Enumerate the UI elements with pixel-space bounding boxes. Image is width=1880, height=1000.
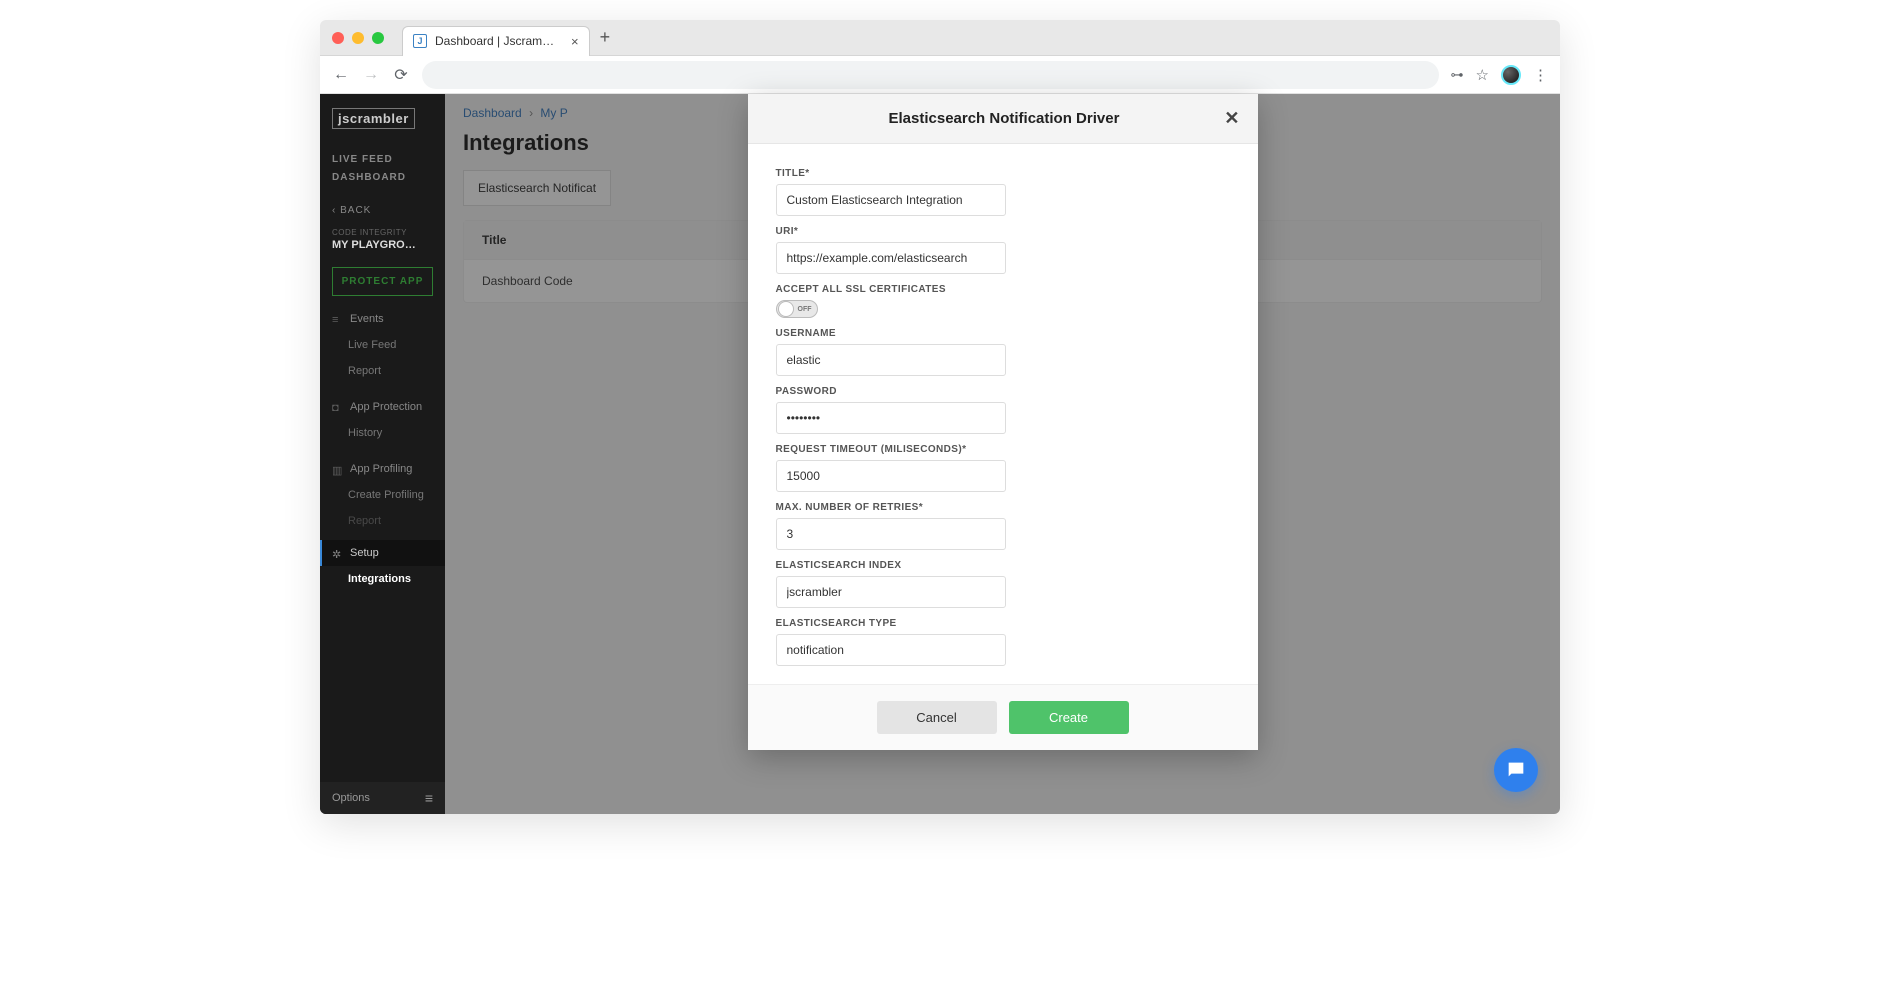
nav-app-protection[interactable]: ◘ App Protection bbox=[320, 394, 445, 420]
shield-icon: ◘ bbox=[332, 402, 342, 412]
new-tab-button[interactable]: + bbox=[600, 27, 611, 48]
label-ssl: ACCEPT ALL SSL CERTIFICATES bbox=[776, 284, 1230, 295]
browser-toolbar: ← → ⟳ ⊶ ☆ ⋮ bbox=[320, 56, 1560, 94]
window-close[interactable] bbox=[332, 32, 344, 44]
forward-button[interactable]: → bbox=[362, 66, 380, 84]
input-password[interactable] bbox=[776, 402, 1006, 434]
nav-app-profiling[interactable]: ▥ App Profiling bbox=[320, 456, 445, 482]
hamburger-icon[interactable]: ≡ bbox=[425, 790, 433, 806]
modal-title: Elasticsearch Notification Driver bbox=[784, 110, 1225, 127]
nav-events[interactable]: ≡ Events bbox=[320, 306, 445, 332]
tab-title: Dashboard | Jscrambler bbox=[435, 34, 555, 48]
reload-button[interactable]: ⟳ bbox=[392, 66, 410, 84]
elasticsearch-modal: Elasticsearch Notification Driver ✕ TITL… bbox=[748, 94, 1258, 750]
nav-create-profiling[interactable]: Create Profiling bbox=[320, 482, 445, 508]
browser-tab[interactable]: J Dashboard | Jscrambler × bbox=[402, 26, 590, 56]
nav-integrations[interactable]: Integrations bbox=[320, 566, 445, 592]
main-content: Dashboard › My P Integrations Elasticsea… bbox=[445, 94, 1560, 814]
app-root: jscrambler LIVE FEED DASHBOARD BACK CODE… bbox=[320, 94, 1560, 814]
key-icon[interactable]: ⊶ bbox=[1451, 67, 1464, 83]
input-timeout[interactable] bbox=[776, 460, 1006, 492]
protect-app-button[interactable]: PROTECT APP bbox=[332, 267, 433, 296]
input-type[interactable] bbox=[776, 634, 1006, 666]
sidebar: jscrambler LIVE FEED DASHBOARD BACK CODE… bbox=[320, 94, 445, 814]
profile-avatar[interactable] bbox=[1501, 65, 1521, 85]
browser-window: J Dashboard | Jscrambler × + ← → ⟳ ⊶ ☆ ⋮… bbox=[320, 20, 1560, 814]
window-maximize[interactable] bbox=[372, 32, 384, 44]
nav-profiling-report[interactable]: Report bbox=[320, 508, 445, 534]
sidebar-back[interactable]: BACK bbox=[320, 195, 445, 226]
list-icon: ≡ bbox=[332, 314, 342, 324]
sidebar-category-label: CODE INTEGRITY bbox=[320, 226, 445, 239]
label-password: PASSWORD bbox=[776, 386, 1230, 397]
traffic-lights bbox=[332, 32, 384, 44]
logo[interactable]: jscrambler bbox=[320, 94, 445, 143]
nav-history[interactable]: History bbox=[320, 420, 445, 446]
nav-setup[interactable]: ✲ Setup bbox=[320, 540, 445, 566]
modal-body: TITLE* URI* ACCEPT ALL SSL CERTIFICATES … bbox=[748, 144, 1258, 684]
label-username: USERNAME bbox=[776, 328, 1230, 339]
label-timeout: REQUEST TIMEOUT (MILISECONDS)* bbox=[776, 444, 1230, 455]
chat-icon bbox=[1505, 759, 1527, 781]
create-button[interactable]: Create bbox=[1009, 701, 1129, 734]
chat-widget[interactable] bbox=[1494, 748, 1538, 792]
gear-icon: ✲ bbox=[332, 548, 342, 558]
label-retries: MAX. NUMBER OF RETRIES* bbox=[776, 502, 1230, 513]
nav-live-feed[interactable]: Live Feed bbox=[320, 332, 445, 358]
modal-footer: Cancel Create bbox=[748, 684, 1258, 750]
url-bar[interactable] bbox=[422, 61, 1439, 89]
ssl-toggle[interactable]: OFF bbox=[776, 300, 818, 318]
label-uri: URI* bbox=[776, 226, 1230, 237]
window-minimize[interactable] bbox=[352, 32, 364, 44]
tab-close-icon[interactable]: × bbox=[571, 34, 579, 49]
label-title: TITLE* bbox=[776, 168, 1230, 179]
sidebar-section-livefeed[interactable]: LIVE FEED DASHBOARD bbox=[320, 143, 445, 195]
chart-icon: ▥ bbox=[332, 464, 342, 474]
tab-favicon-icon: J bbox=[413, 34, 427, 48]
close-icon[interactable]: ✕ bbox=[1224, 108, 1239, 129]
back-button[interactable]: ← bbox=[332, 66, 350, 84]
nav-report[interactable]: Report bbox=[320, 358, 445, 384]
input-title[interactable] bbox=[776, 184, 1006, 216]
modal-header: Elasticsearch Notification Driver ✕ bbox=[748, 94, 1258, 144]
input-uri[interactable] bbox=[776, 242, 1006, 274]
input-username[interactable] bbox=[776, 344, 1006, 376]
input-index[interactable] bbox=[776, 576, 1006, 608]
input-retries[interactable] bbox=[776, 518, 1006, 550]
menu-icon[interactable]: ⋮ bbox=[1533, 66, 1548, 84]
label-index: ELASTICSEARCH INDEX bbox=[776, 560, 1230, 571]
cancel-button[interactable]: Cancel bbox=[877, 701, 997, 734]
sidebar-footer[interactable]: Options ≡ bbox=[320, 782, 445, 814]
sidebar-app-name: MY PLAYGRO… bbox=[320, 239, 445, 257]
window-titlebar: J Dashboard | Jscrambler × + bbox=[320, 20, 1560, 56]
label-type: ELASTICSEARCH TYPE bbox=[776, 618, 1230, 629]
bookmark-icon[interactable]: ☆ bbox=[1476, 66, 1489, 84]
